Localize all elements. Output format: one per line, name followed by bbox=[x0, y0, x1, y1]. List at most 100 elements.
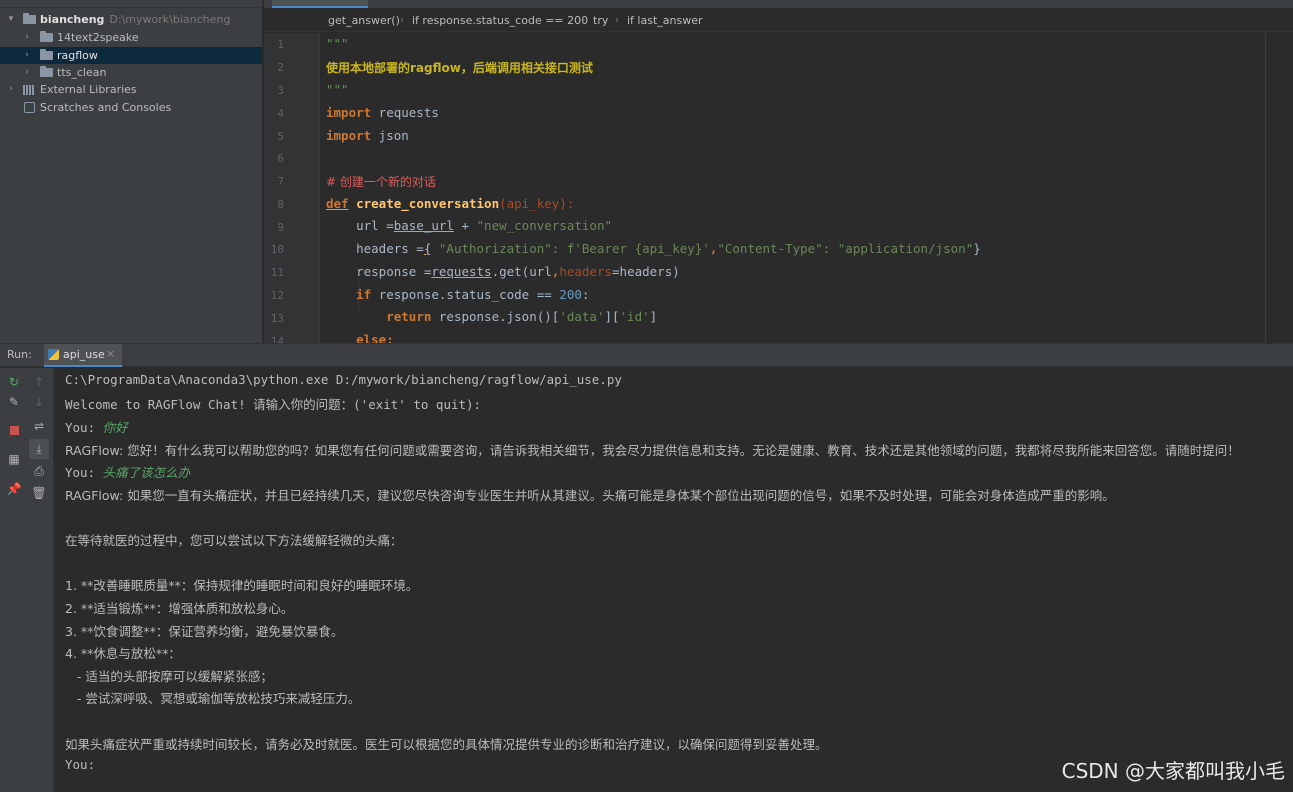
breadcrumb: get_answer() › if response.status_code =… bbox=[264, 10, 1293, 32]
line-number: 3 bbox=[277, 84, 284, 97]
tree-item-external-libraries[interactable]: › External Libraries bbox=[0, 81, 262, 98]
line-number: 6 bbox=[277, 152, 284, 165]
console-list-item: 4. **休息与放松**： bbox=[65, 646, 181, 661]
chevron-right-icon: › bbox=[615, 15, 619, 26]
code-line: 使用本地部署的ragflow，后端调用相关接口测试 bbox=[326, 61, 593, 75]
editor-tab-api-use[interactable] bbox=[272, 0, 368, 8]
tree-item-label: 14text2speake bbox=[57, 31, 139, 44]
pin-icon[interactable]: 📌 bbox=[4, 479, 24, 499]
folder-icon bbox=[23, 13, 36, 24]
console-line: 如果头痛症状严重或持续时间较长，请务必及时就医。医生可以根据您的具体情况提供专业… bbox=[65, 737, 828, 752]
breadcrumb-item[interactable]: if last_answer bbox=[627, 10, 703, 32]
console-output[interactable]: C:\ProgramData\Anaconda3\python.exe D:/m… bbox=[55, 368, 1293, 792]
console-sub-item: - 适当的头部按摩可以缓解紧张感； bbox=[65, 669, 273, 684]
arrow-up-icon[interactable]: ↑ bbox=[29, 372, 49, 392]
run-window-header: Run: api_use × bbox=[0, 343, 1293, 367]
console-sub-item: - 尝试深呼吸、冥想或瑜伽等放松技巧来减轻压力。 bbox=[65, 691, 361, 706]
code-line: # 创建一个新的对话 bbox=[326, 175, 436, 189]
tree-item-tts-clean[interactable]: › tts_clean bbox=[0, 64, 262, 81]
library-icon bbox=[23, 85, 35, 95]
user-input-text: 头痛了该怎么办 bbox=[102, 465, 191, 480]
line-number: 5 bbox=[277, 130, 284, 143]
python-file-icon bbox=[48, 349, 59, 360]
project-panel: ▾ biancheng D:\mywork\biancheng › 14text2… bbox=[0, 0, 263, 343]
tree-item-label: ragflow bbox=[57, 49, 98, 62]
line-number: 1 bbox=[277, 38, 284, 51]
project-panel-header bbox=[0, 0, 262, 8]
scroll-to-end-icon[interactable]: ⤓ bbox=[29, 439, 49, 459]
line-number: 12 bbox=[270, 289, 284, 302]
line-number: 11 bbox=[270, 266, 284, 279]
right-margin-guide bbox=[1265, 33, 1266, 343]
arrow-down-icon[interactable]: ↓ bbox=[29, 392, 49, 412]
chevron-right-icon: › bbox=[581, 15, 585, 26]
console-prompt: You: bbox=[65, 757, 96, 772]
run-tab-api-use[interactable]: api_use × bbox=[44, 344, 122, 367]
code-line: url =base_url + "new_conversation" bbox=[326, 218, 612, 233]
tree-item-ragflow[interactable]: › ragflow bbox=[0, 47, 262, 64]
rerun-icon[interactable]: ↻ bbox=[4, 372, 24, 392]
print-icon[interactable]: ⎙ bbox=[29, 461, 49, 481]
wrench-icon[interactable]: ✎ bbox=[4, 392, 24, 412]
chevron-right-icon[interactable]: › bbox=[22, 29, 32, 46]
tree-item-label: tts_clean bbox=[57, 66, 107, 79]
console-user-line: You: 头痛了该怎么办 bbox=[65, 465, 191, 480]
run-tab-label: api_use bbox=[63, 348, 105, 361]
breadcrumb-item[interactable]: try bbox=[593, 10, 608, 32]
code-line: if response.status_code == 200: bbox=[356, 287, 590, 302]
editor-tab-bar bbox=[264, 0, 1293, 8]
line-number: 4 bbox=[277, 107, 284, 120]
code-line: headers ={ "Authorization": f'Bearer {ap… bbox=[326, 241, 981, 256]
breadcrumb-item[interactable]: if response.status_code == 200 bbox=[412, 10, 588, 32]
line-number-gutter: 1 2 3 4 5 6 7 8 9 10 11 12 13 14 bbox=[264, 33, 320, 343]
chevron-right-icon: › bbox=[400, 15, 404, 26]
code-line: return response.json()['data']['id'] bbox=[386, 309, 658, 324]
line-number: 10 bbox=[270, 243, 284, 256]
chevron-right-icon[interactable]: › bbox=[6, 81, 16, 98]
tree-root-biancheng[interactable]: ▾ biancheng D:\mywork\biancheng bbox=[0, 11, 262, 28]
line-number: 9 bbox=[277, 221, 284, 234]
scratch-icon bbox=[24, 102, 35, 113]
folder-icon bbox=[40, 31, 53, 42]
trash-icon[interactable]: 🗑 bbox=[29, 483, 49, 503]
watermark: CSDN @大家都叫我小毛 bbox=[1061, 759, 1285, 783]
layout-icon[interactable]: ▦ bbox=[4, 449, 24, 469]
folder-icon bbox=[40, 66, 53, 77]
code-line: """ bbox=[326, 36, 349, 51]
tree-root-label: biancheng bbox=[40, 13, 105, 26]
console-list-item: 3. **饮食调整**：保证营养均衡，避免暴饮暴食。 bbox=[65, 624, 344, 639]
line-number: 7 bbox=[277, 175, 284, 188]
line-number: 13 bbox=[270, 312, 284, 325]
console-ai-reply: RAGFlow: 如果您一直有头痛症状，并且已经持续几天，建议您尽快咨询专业医生… bbox=[65, 488, 1115, 503]
console-user-line: You: 你好 bbox=[65, 420, 128, 435]
console-command: C:\ProgramData\Anaconda3\python.exe D:/m… bbox=[65, 372, 622, 387]
code-line: else: bbox=[356, 332, 394, 343]
code-editor[interactable]: get_answer() › if response.status_code =… bbox=[264, 0, 1293, 343]
user-input-text: 你好 bbox=[102, 420, 128, 435]
code-line: def create_conversation(api_key): bbox=[326, 196, 575, 211]
console-list-item: 1. **改善睡眠质量**：保持规律的睡眠时间和良好的睡眠环境。 bbox=[65, 578, 419, 593]
folder-icon bbox=[40, 49, 53, 60]
console-line: 在等待就医的过程中，您可以尝试以下方法缓解轻微的头痛： bbox=[65, 533, 403, 548]
close-icon[interactable]: × bbox=[106, 347, 115, 360]
code-line: import json bbox=[326, 128, 409, 143]
tree-item-scratches[interactable]: Scratches and Consoles bbox=[0, 99, 262, 116]
soft-wrap-icon[interactable]: ⇌ bbox=[29, 416, 49, 436]
chevron-right-icon[interactable]: › bbox=[22, 47, 32, 64]
line-number: 2 bbox=[277, 61, 284, 74]
code-line: response =requests.get(url,headers=heade… bbox=[326, 264, 680, 279]
breadcrumb-item[interactable]: get_answer() bbox=[328, 10, 400, 32]
chevron-right-icon[interactable]: › bbox=[22, 64, 32, 81]
tree-item-14text2speake[interactable]: › 14text2speake bbox=[0, 29, 262, 46]
line-number: 8 bbox=[277, 198, 284, 211]
console-line: Welcome to RAGFlow Chat! 请输入你的问题：('exit'… bbox=[65, 397, 482, 412]
tree-item-label: External Libraries bbox=[40, 83, 137, 96]
tree-item-label: Scratches and Consoles bbox=[40, 101, 172, 114]
run-title: Run: bbox=[7, 348, 32, 361]
run-toolbar: ↻ ↑ ✎ ↓ ⇌ ⤓ ▦ ⎙ 📌 🗑 bbox=[0, 368, 54, 792]
chevron-down-icon[interactable]: ▾ bbox=[6, 11, 16, 28]
console-list-item: 2. **适当锻炼**：增强体质和放松身心。 bbox=[65, 601, 294, 616]
code-line: """ bbox=[326, 82, 349, 97]
stop-icon[interactable] bbox=[4, 420, 24, 440]
tree-root-path: D:\mywork\biancheng bbox=[109, 13, 231, 26]
